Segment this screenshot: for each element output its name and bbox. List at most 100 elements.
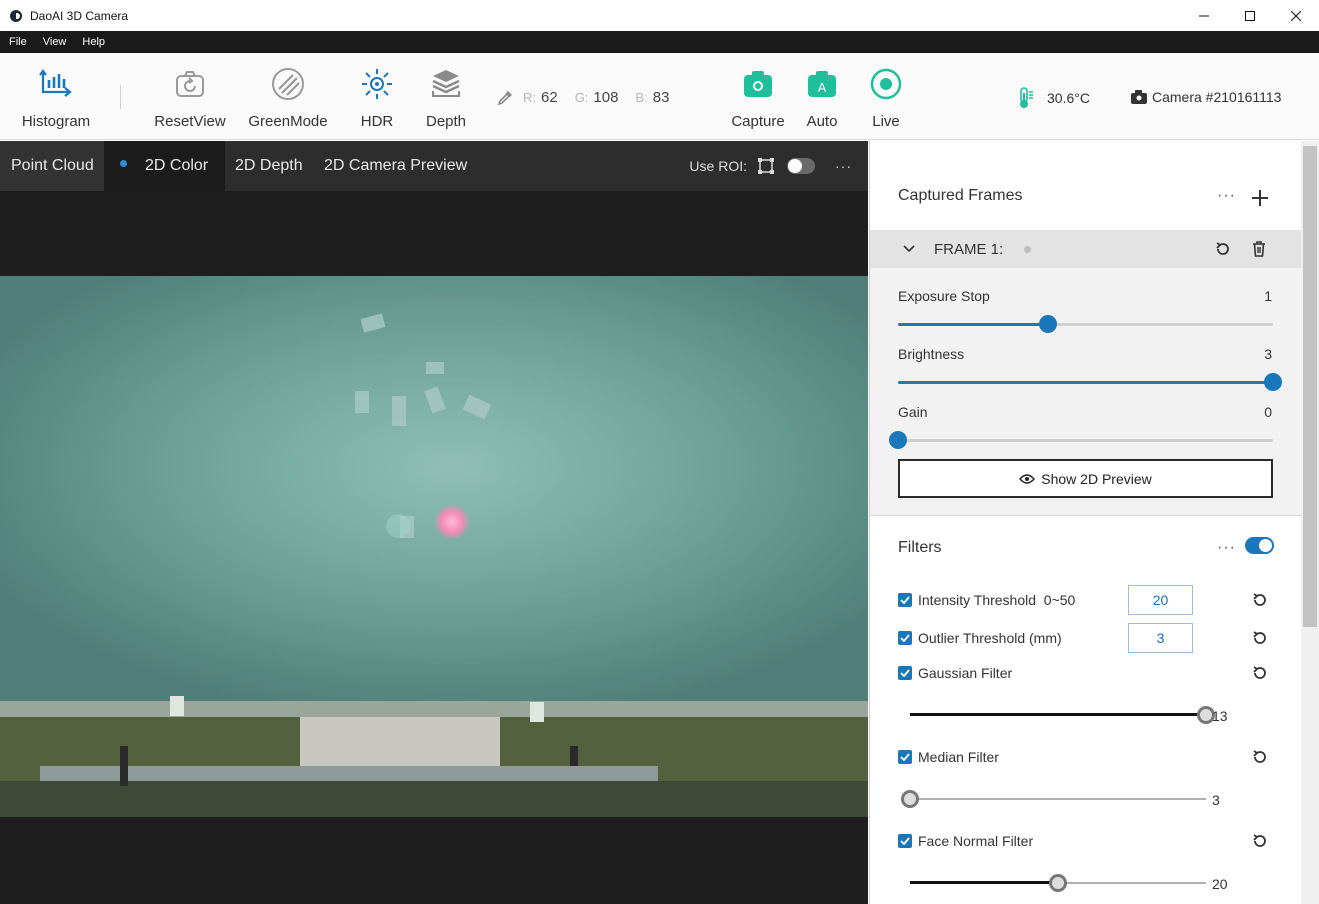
gaussian-reset-icon[interactable]: [1252, 665, 1268, 681]
median-reset-icon[interactable]: [1252, 749, 1268, 765]
viewer-tabs: Point Cloud 2D Color 2D Depth 2D Camera …: [0, 141, 868, 191]
roi-controls: Use ROI: ···: [689, 141, 852, 191]
live-button[interactable]: Live: [866, 53, 906, 140]
outlier-reset-icon[interactable]: [1252, 630, 1268, 646]
live-record-icon: [870, 53, 902, 115]
close-button[interactable]: [1273, 0, 1319, 31]
viewer-pane: Point Cloud 2D Color 2D Depth 2D Camera …: [0, 141, 868, 904]
title-bar: DaoAI 3D Camera: [0, 0, 1319, 31]
captured-frames-more-icon[interactable]: ···: [1217, 187, 1236, 205]
filters-toggle[interactable]: [1245, 537, 1274, 554]
face-normal-filter-slider[interactable]: [910, 874, 1206, 892]
svg-text:A: A: [818, 80, 827, 95]
gain-slider[interactable]: [889, 431, 1273, 449]
roi-label: Use ROI:: [689, 158, 747, 174]
exposure-stop-label: Exposure Stop: [898, 288, 990, 304]
temperature-readout: 30.6°C: [1017, 87, 1090, 109]
active-tab-dot: [120, 159, 127, 167]
eyedropper-icon: [497, 90, 513, 105]
intensity-threshold-checkbox[interactable]: [898, 593, 912, 607]
depth-label: Depth: [425, 113, 467, 130]
outlier-threshold-checkbox[interactable]: [898, 631, 912, 645]
rgb-readout: R: 62 G: 108 B: 83: [497, 89, 686, 106]
median-filter-checkbox[interactable]: [898, 750, 912, 764]
outlier-threshold-input[interactable]: 3: [1128, 623, 1193, 653]
auto-label: Auto: [806, 113, 838, 130]
captured-frames-title: Captured Frames: [898, 187, 1023, 204]
gain-label: Gain: [898, 404, 928, 420]
depth-button[interactable]: Depth: [421, 53, 471, 140]
outlier-threshold-label: Outlier Threshold (mm): [918, 630, 1062, 646]
brightness-knob[interactable]: [1264, 373, 1282, 391]
gaussian-filter-slider[interactable]: [910, 706, 1215, 724]
r-value: 62: [541, 89, 558, 106]
panel-scrollbar-thumb[interactable]: [1303, 146, 1317, 627]
green-mode-button[interactable]: GreenMode: [247, 53, 329, 140]
histogram-button[interactable]: Histogram: [18, 53, 94, 140]
g-label: G:: [574, 90, 589, 105]
live-label: Live: [872, 113, 900, 130]
viewer-more-icon[interactable]: ···: [835, 158, 852, 174]
app-logo-icon: [10, 9, 22, 22]
intensity-threshold-input[interactable]: 20: [1128, 585, 1193, 615]
intensity-reset-icon[interactable]: [1252, 592, 1268, 608]
tab-2d-color[interactable]: 2D Color: [104, 141, 225, 191]
face-normal-filter-checkbox[interactable]: [898, 834, 912, 848]
roi-toggle[interactable]: [787, 158, 815, 174]
hdr-button[interactable]: HDR: [355, 53, 399, 140]
capture-button[interactable]: Capture: [729, 53, 787, 140]
brightness-slider[interactable]: [898, 373, 1282, 391]
auto-camera-icon: A: [807, 53, 837, 115]
frame-reset-icon[interactable]: [1215, 241, 1231, 257]
roi-select-icon[interactable]: [757, 157, 775, 175]
show-2d-preview-button[interactable]: Show 2D Preview: [898, 459, 1273, 498]
settings-panel: Captured Frames ··· FRAME 1: Exposure St…: [869, 141, 1302, 904]
camera-image[interactable]: [0, 276, 868, 817]
window-title: DaoAI 3D Camera: [30, 8, 129, 23]
r-label: R:: [523, 90, 536, 105]
gaussian-filter-label: Gaussian Filter: [918, 665, 1013, 681]
delete-frame-icon[interactable]: [1252, 241, 1266, 257]
g-value: 108: [593, 89, 619, 106]
tab-2d-depth-label: 2D Depth: [235, 157, 303, 174]
camera-id: Camera #210161113: [1131, 89, 1281, 105]
face-normal-filter-knob[interactable]: [1049, 874, 1067, 892]
menu-bar: File View Help: [0, 31, 1319, 53]
face-normal-filter-value: 20: [1212, 876, 1228, 892]
gaussian-filter-checkbox[interactable]: [898, 666, 912, 680]
eye-icon: [1019, 473, 1036, 484]
chevron-down-icon[interactable]: [903, 245, 915, 253]
menu-help[interactable]: Help: [82, 36, 105, 48]
frame-status-dot: [1024, 246, 1031, 253]
auto-button[interactable]: A Auto: [802, 53, 842, 140]
minimize-button[interactable]: [1181, 0, 1227, 31]
panel-scrollbar[interactable]: [1301, 141, 1319, 904]
depth-layers-icon: [430, 53, 462, 115]
exposure-stop-slider[interactable]: [898, 315, 1273, 333]
gain-knob[interactable]: [889, 431, 907, 449]
face-normal-reset-icon[interactable]: [1252, 833, 1268, 849]
b-label: B:: [635, 90, 648, 105]
menu-view[interactable]: View: [43, 36, 67, 48]
maximize-button[interactable]: [1227, 0, 1273, 31]
menu-file[interactable]: File: [9, 36, 27, 48]
gaussian-filter-value: 13: [1212, 708, 1228, 724]
gaussian-filter-row: Gaussian Filter: [898, 663, 1012, 683]
filters-more-icon[interactable]: ···: [1217, 539, 1236, 557]
tab-2d-color-label: 2D Color: [145, 157, 209, 174]
exposure-stop-knob[interactable]: [1039, 315, 1057, 333]
median-filter-slider[interactable]: [901, 790, 1206, 808]
tab-2d-camera-preview[interactable]: 2D Camera Preview: [324, 141, 467, 191]
outlier-threshold-row: Outlier Threshold (mm): [898, 628, 1062, 648]
face-normal-filter-row: Face Normal Filter: [898, 831, 1033, 851]
reset-camera-icon: [174, 53, 206, 115]
frame-header[interactable]: FRAME 1:: [870, 230, 1302, 268]
median-filter-knob[interactable]: [901, 790, 919, 808]
tab-2d-depth[interactable]: 2D Depth: [235, 141, 303, 191]
tab-point-cloud[interactable]: Point Cloud: [0, 141, 104, 191]
thermometer-icon: [1020, 87, 1033, 108]
capture-label: Capture: [731, 113, 785, 130]
reset-view-button[interactable]: ResetView: [152, 53, 228, 140]
b-value: 83: [652, 89, 670, 106]
add-frame-icon[interactable]: [1252, 190, 1268, 206]
